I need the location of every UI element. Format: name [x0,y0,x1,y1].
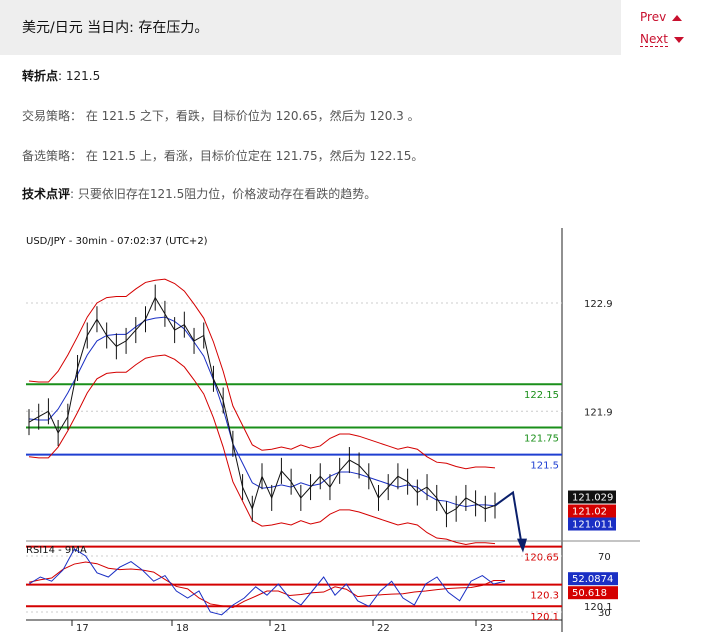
comment-text: : 只要依旧存在121.5阻力位，价格波动存在看跌的趋势。 [70,187,377,201]
level-label: 120.3 [530,591,559,602]
time-tick-label: 22 [377,623,390,634]
price-tick-label: 122.9 [584,299,613,310]
level-label: 121.5 [530,461,559,472]
strategy-text: 在 121.5 之下，看跌，目标价位为 120.65，然后为 120.3 。 [85,109,420,123]
pivot-value: : 121.5 [58,69,101,83]
alt-strategy-line: 备选策略： 在 121.5 上，看涨，目标价位定在 121.75，然后为 122… [22,147,423,164]
rsi-line [28,548,506,616]
bollinger-upper [28,278,496,470]
chart-svg: USD/JPY - 30min - 07:02:37 (UTC+2) 122.9 1… [26,228,640,634]
arrow-down-icon [673,36,684,43]
chart-title: USD/JPY - 30min - 07:02:37 (UTC+2) [26,236,208,247]
price-tag-label: 121.011 [572,520,613,531]
price-tick-label: 121.9 [584,407,613,418]
alt-strategy-label: 备选策略： [22,149,83,163]
price-chart: USD/JPY - 30min - 07:02:37 (UTC+2) 122.9 1… [0,228,640,640]
rsi-tag-label: 52.0874 [572,574,613,585]
price-tag-label: 121.029 [572,493,613,504]
time-tick-label: 23 [480,623,493,634]
rsi-tag-label: 50.618 [572,588,607,599]
rsi-tick-label: 30 [598,608,611,619]
strategy-label: 交易策略： [22,109,83,123]
page-title: 美元/日元 当日内: 存在压力。 [22,20,209,36]
level-label: 120.1 [530,612,559,623]
alt-strategy-text: 在 121.5 上，看涨，目标价位定在 121.75，然后为 122.15。 [85,149,424,163]
arrow-up-icon [672,14,683,21]
price-tag-label: 121.02 [572,507,607,518]
time-tick-label: 21 [274,623,287,634]
pivot-label: 转折点 [22,69,59,83]
comment-label: 技术点评 [22,187,71,201]
prev-label: Prev [640,10,667,24]
level-label: 122.15 [524,390,559,401]
forecast-arrow-line [494,490,523,547]
level-label: 120.65 [524,553,559,564]
time-tick-label: 17 [76,623,89,634]
strategy-line: 交易策略： 在 121.5 之下，看跌，目标价位为 120.65，然后为 120… [22,107,420,124]
prev-link[interactable]: Prev [640,10,683,24]
rsi-tick-label: 70 [598,552,611,563]
header-bar: 美元/日元 当日内: 存在压力。 [0,0,621,55]
next-link[interactable]: Next [640,32,684,47]
next-label: Next [640,32,668,47]
time-tick-label: 18 [176,623,189,634]
level-label: 121.75 [524,434,559,445]
rsi-title: RSI14 - 9MA [26,545,87,556]
comment-line: 技术点评: 只要依旧存在121.5阻力位，价格波动存在看跌的趋势。 [22,185,376,202]
pivot-line: 转折点: 121.5 [22,67,100,84]
